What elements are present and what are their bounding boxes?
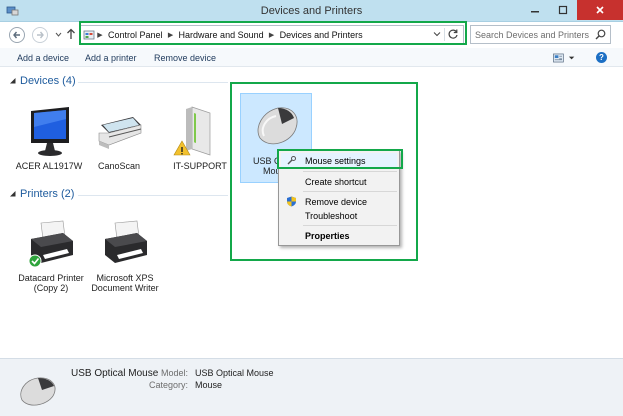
address-history-chevron-icon[interactable] — [433, 30, 441, 38]
breadcrumb-separator-icon[interactable]: ▶ — [267, 31, 277, 39]
devices-group-title: Devices (4) — [20, 75, 76, 87]
details-category-label: Category: — [148, 380, 188, 390]
device-it-support[interactable]: IT-SUPPORT — [165, 103, 235, 171]
close-button[interactable] — [577, 0, 623, 20]
menu-separator — [303, 171, 397, 172]
printer-label-line2: (Copy 2) — [33, 283, 69, 293]
minimize-button[interactable] — [521, 0, 549, 20]
device-canoscan[interactable]: CanoScan — [84, 103, 154, 171]
control-panel-icon — [83, 30, 95, 40]
collapse-caret-icon — [10, 78, 16, 84]
printer-icon — [97, 215, 153, 271]
search-input[interactable] — [471, 26, 589, 43]
mouse-icon — [248, 98, 304, 154]
menu-item-properties[interactable]: Properties — [281, 228, 397, 243]
view-options-icon — [553, 53, 564, 63]
menu-separator — [303, 191, 397, 192]
remove-device-button[interactable]: Remove device — [154, 53, 216, 63]
up-arrow-icon[interactable] — [66, 28, 76, 40]
monitor-icon — [21, 103, 77, 159]
menu-item-label: Troubleshoot — [305, 210, 358, 221]
printer-microsoft-xps[interactable]: Microsoft XPS Document Writer — [90, 215, 160, 293]
breadcrumb-control-panel[interactable]: Control Panel — [105, 30, 166, 40]
address-bar[interactable]: ▶ Control Panel ▶ Hardware and Sound ▶ D… — [80, 25, 464, 44]
uac-shield-icon — [287, 196, 296, 207]
add-device-button[interactable]: Add a device — [17, 53, 69, 63]
menu-item-label: Mouse settings — [305, 155, 366, 166]
chevron-down-icon — [568, 56, 575, 60]
forward-button[interactable] — [32, 27, 48, 43]
menu-item-label: Properties — [305, 230, 350, 241]
printer-label-line1: Datacard Printer — [18, 273, 84, 283]
back-arrow-icon — [13, 31, 20, 39]
title-bar: Devices and Printers — [0, 0, 623, 22]
menu-item-label: Create shortcut — [305, 176, 367, 187]
address-divider — [444, 28, 445, 41]
breadcrumb-devices-and-printers[interactable]: Devices and Printers — [277, 30, 366, 40]
maximize-button[interactable] — [549, 0, 577, 20]
menu-separator — [303, 225, 397, 226]
search-box[interactable] — [470, 25, 611, 44]
printer-label-line1: Microsoft XPS — [96, 273, 154, 283]
change-view-button[interactable] — [553, 52, 575, 64]
minimize-icon — [531, 11, 539, 13]
printer-label-line2: Document Writer — [91, 283, 159, 293]
details-model-value: USB Optical Mouse — [195, 368, 274, 378]
devices-group-divider — [78, 82, 228, 83]
context-menu: Mouse settings Create shortcut Remove de… — [278, 150, 400, 246]
printers-group-header[interactable]: Printers (2) — [9, 188, 74, 200]
menu-item-troubleshoot[interactable]: Troubleshoot — [281, 208, 397, 223]
printers-group-title: Printers (2) — [20, 188, 75, 200]
search-icon[interactable] — [595, 29, 606, 40]
add-printer-button[interactable]: Add a printer — [85, 53, 137, 63]
device-acer-monitor[interactable]: ACER AL1917W — [14, 103, 84, 171]
printer-icon — [23, 215, 79, 271]
breadcrumb-separator-icon[interactable]: ▶ — [95, 31, 105, 39]
help-icon[interactable]: ? — [596, 52, 607, 63]
breadcrumb-hardware-and-sound[interactable]: Hardware and Sound — [176, 30, 267, 40]
refresh-icon[interactable] — [447, 28, 459, 40]
forward-arrow-icon — [37, 31, 44, 39]
details-pane: USB Optical Mouse Model: USB Optical Mou… — [0, 358, 623, 416]
command-bar: Add a device Add a printer Remove device… — [0, 48, 623, 67]
back-button[interactable] — [9, 27, 25, 43]
printers-group-divider — [78, 195, 228, 196]
menu-item-remove-device[interactable]: Remove device — [281, 194, 397, 209]
details-category-value: Mouse — [195, 380, 223, 390]
printer-datacard[interactable]: Datacard Printer (Copy 2) — [16, 215, 86, 293]
menu-item-create-shortcut[interactable]: Create shortcut — [281, 174, 397, 189]
breadcrumb-separator-icon[interactable]: ▶ — [166, 31, 176, 39]
device-label: ACER AL1917W — [15, 161, 83, 171]
device-label: IT-SUPPORT — [173, 161, 227, 171]
collapse-caret-icon — [10, 191, 16, 197]
mouse-icon — [20, 377, 56, 406]
recent-locations-chevron-icon[interactable] — [55, 31, 62, 38]
menu-item-mouse-settings[interactable]: Mouse settings — [281, 153, 397, 168]
details-model-label: Model: — [160, 368, 188, 378]
mouse-settings-icon — [287, 156, 296, 165]
devices-group-header[interactable]: Devices (4) — [9, 75, 76, 87]
computer-tower-icon — [172, 103, 228, 159]
device-label: CanoScan — [97, 161, 141, 171]
scanner-icon — [91, 103, 147, 159]
maximize-icon — [558, 5, 568, 15]
close-icon — [596, 6, 604, 14]
menu-item-label: Remove device — [305, 196, 368, 207]
